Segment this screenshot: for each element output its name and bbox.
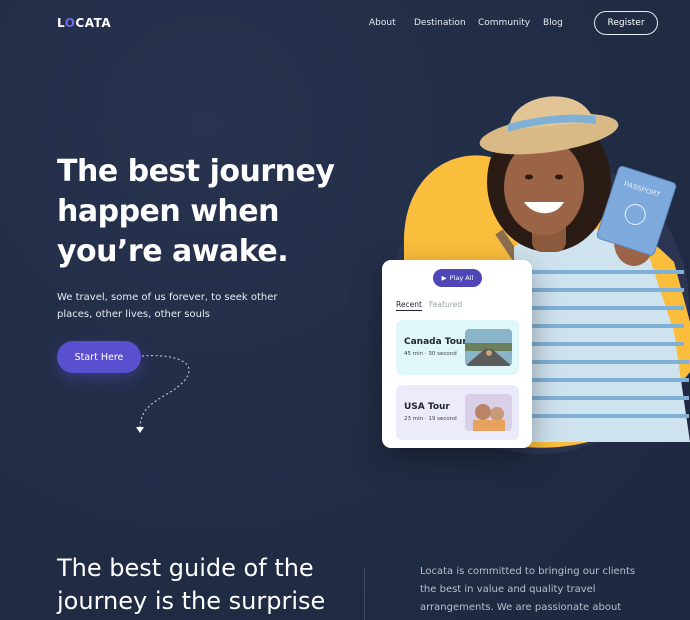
tour-duration: 45 min · 30 second [404,351,457,357]
play-icon: ▶ [441,274,447,282]
tour-item-canada[interactable]: Canada Tour 45 min · 30 second [396,320,519,375]
tab-recent[interactable]: Recent [396,300,422,311]
nav-about[interactable]: About [369,18,396,28]
hero-title: The best journey happen when you’re awak… [57,152,347,272]
section-description: Locata is committed to bringing our clie… [420,566,636,613]
hero-subtitle: We travel, some of us forever, to seek o… [57,292,278,320]
tour-thumbnail [465,394,512,431]
section-title: The best guide of the journey is the sur… [57,552,325,618]
play-all-label: Play All [449,274,474,282]
section-title-line: The best guide of the [57,554,314,582]
nav-community[interactable]: Community [478,18,530,28]
logo-suffix: CATA [75,16,112,30]
section-title-line: journey is the surprise [57,587,326,615]
landing-page: LOCATA About Destination Community Blog … [0,0,690,620]
nav-destination[interactable]: Destination [414,18,466,28]
arrow-down-icon [136,355,190,433]
hero-title-line: happen when [57,194,279,229]
start-here-button[interactable]: Start Here [57,341,141,373]
nav-blog[interactable]: Blog [543,18,563,28]
tour-duration: 23 min · 19 second [404,416,457,422]
tour-card: ▶ Play All Recent Featured Canada Tour 4… [382,260,532,448]
logo-prefix: L [57,16,65,30]
hero-title-line: The best journey [57,154,335,189]
tour-name: Canada Tour [404,337,467,347]
tour-thumbnail [465,329,512,366]
tab-featured[interactable]: Featured [429,300,462,309]
logo-accent: O [64,16,76,30]
play-all-button[interactable]: ▶ Play All [433,269,482,287]
hero-title-line: you’re awake. [57,234,289,269]
register-button[interactable]: Register [594,11,658,35]
tour-name: USA Tour [404,402,450,412]
tour-item-usa[interactable]: USA Tour 23 min · 19 second [396,385,519,440]
divider [364,568,365,620]
logo[interactable]: LOCATA [57,16,111,30]
